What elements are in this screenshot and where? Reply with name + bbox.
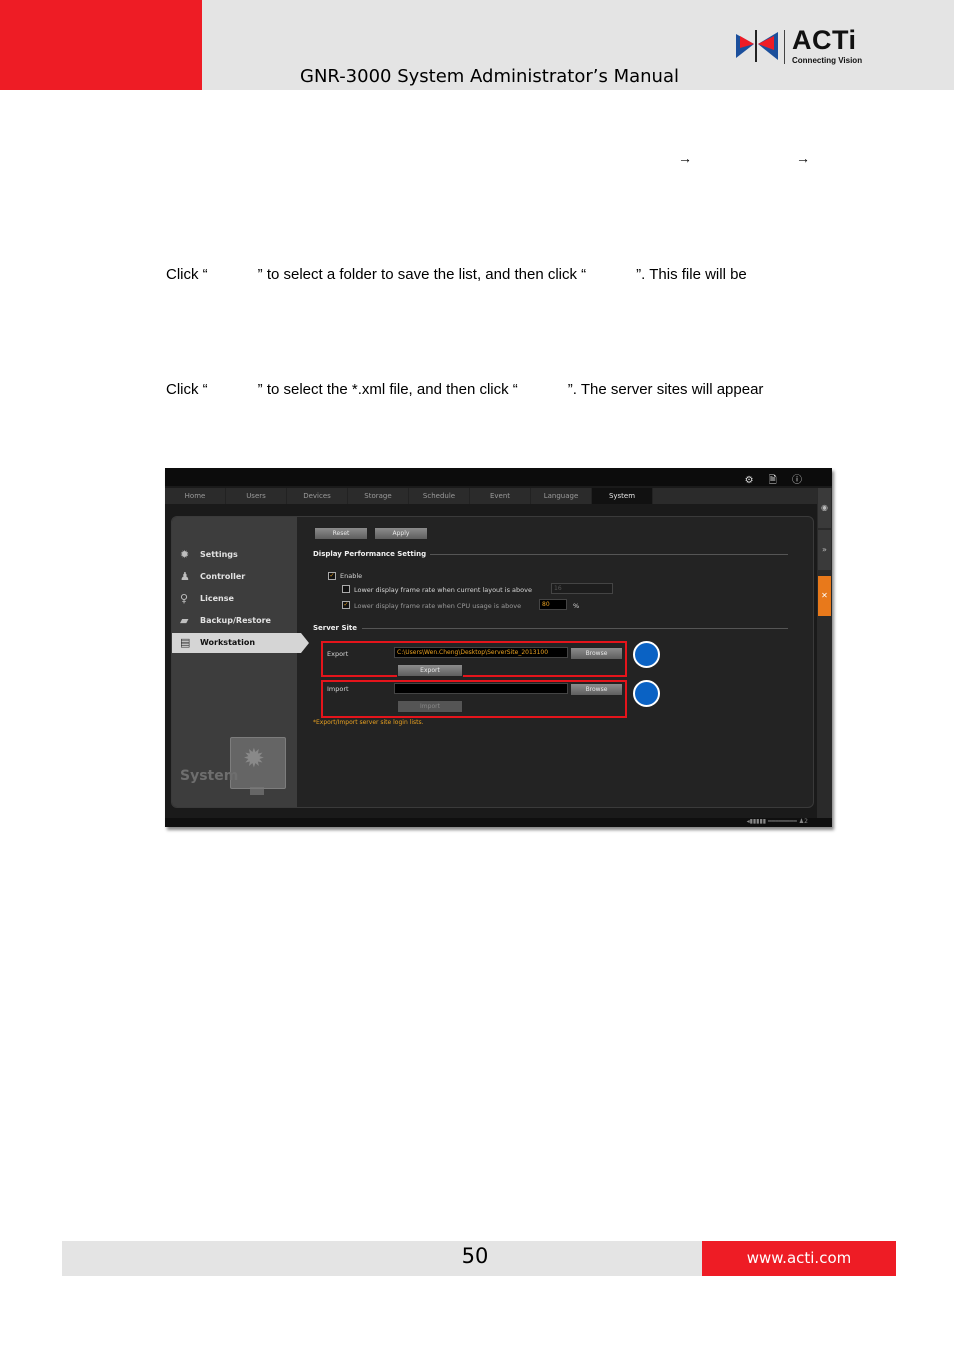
footer-url[interactable]: www.acti.com (702, 1249, 896, 1267)
title-bar: ⚙ 🗎 ⓘ (165, 468, 832, 486)
tab-users[interactable]: Users (226, 488, 287, 504)
sidebar-item-settings[interactable]: ✹ Settings (172, 545, 297, 565)
status-bar: ◂▮▮▮▮▮ ━━━━━━━━ ♟2 (165, 818, 832, 827)
enable-checkbox[interactable]: ✓ (328, 572, 336, 580)
export-browse-button[interactable]: Browse (570, 647, 623, 660)
sidebar-item-label: License (200, 594, 234, 603)
tab-storage[interactable]: Storage (348, 488, 409, 504)
server-site-note: *Export/Import server site login lists. (313, 719, 424, 726)
display-performance-heading: Display Performance Setting (313, 550, 427, 558)
breadcrumb-arrow-2: → (796, 150, 810, 166)
right-dock: ◉ » ✕ (817, 488, 832, 818)
key-icon: ♀ (180, 592, 189, 605)
layout-threshold-input[interactable]: 16 (551, 583, 613, 594)
manual-title: GNR-3000 System Administrator’s Manual (300, 66, 679, 87)
export-path-field[interactable]: C:\Users\Wen.Cheng\Desktop\ServerSite_20… (394, 647, 568, 658)
tab-devices[interactable]: Devices (287, 488, 348, 504)
import-button[interactable]: Import (397, 700, 463, 713)
sidebar-item-controller[interactable]: ♟ Controller (172, 567, 297, 587)
folder-icon: ▰ (180, 614, 189, 627)
butterfly-logo-icon (736, 30, 778, 62)
import-instruction: Click “ ” to select the *.xml file, and … (166, 381, 764, 398)
page-number: 50 (461, 1244, 489, 1268)
tab-event[interactable]: Event (470, 488, 531, 504)
enable-label: Enable (340, 572, 363, 580)
export-instruction: Click “ ” to select a folder to save the… (166, 266, 747, 283)
main-tabs: Home Users Devices Storage Schedule Even… (165, 488, 817, 504)
eye-icon[interactable]: ◉ (818, 488, 831, 528)
sidebar-item-backup-restore[interactable]: ▰ Backup/Restore (172, 611, 297, 631)
status-indicators: ◂▮▮▮▮▮ ━━━━━━━━ ♟2 (746, 818, 808, 825)
tab-language[interactable]: Language (531, 488, 592, 504)
reset-button[interactable]: Reset (314, 527, 368, 540)
sidebar-item-license[interactable]: ♀ License (172, 589, 297, 609)
import-browse-button[interactable]: Browse (570, 683, 623, 696)
sidebar-footer-label: System (180, 768, 239, 784)
active-pointer (301, 633, 309, 653)
sidebar-item-workstation[interactable]: ▤ Workstation (172, 633, 309, 653)
workstation-icon: ▤ (180, 636, 191, 649)
tab-system[interactable]: System (592, 488, 653, 504)
export-label: Export (327, 650, 349, 658)
callout-marker-2 (633, 680, 660, 707)
import-label: Import (327, 685, 349, 693)
cpu-usage-checkbox[interactable]: ✓ (342, 601, 350, 609)
apply-button[interactable]: Apply (374, 527, 428, 540)
import-path-field[interactable] (394, 683, 568, 694)
tab-schedule[interactable]: Schedule (409, 488, 470, 504)
header-red-block (0, 0, 202, 90)
section-divider (362, 628, 788, 629)
layout-frame-rate-checkbox[interactable] (342, 585, 350, 593)
system-sidebar: ✹ Settings ♟ Controller ♀ License ▰ Back… (172, 517, 309, 807)
monitor-stand (250, 787, 264, 795)
export-button[interactable]: Export (397, 664, 463, 677)
tab-home[interactable]: Home (165, 488, 226, 504)
section-divider (430, 554, 788, 555)
sidebar-item-label: Controller (200, 572, 246, 581)
sidebar-item-label: Settings (200, 550, 238, 559)
sidebar-item-label: Workstation (200, 638, 256, 647)
tools-icon[interactable]: ✕ (818, 576, 831, 616)
acti-logo: ACTi Connecting Vision (734, 25, 874, 68)
logo-separator (784, 30, 785, 64)
cpu-usage-label: Lower display frame rate when CPU usage … (354, 602, 522, 610)
logo-wordmark: ACTi (792, 25, 857, 55)
cpu-usage-input[interactable]: 80 (539, 599, 567, 610)
app-screenshot: ⚙ 🗎 ⓘ Home Users Devices Storage Schedul… (165, 468, 832, 827)
system-monitor-icon: ✹ (230, 737, 286, 789)
gear-icon: ✹ (180, 548, 190, 561)
breadcrumb-arrow-1: → (678, 150, 692, 166)
callout-marker-1 (633, 641, 660, 668)
server-site-heading: Server Site (313, 624, 357, 632)
joystick-icon: ♟ (180, 570, 190, 583)
cpu-usage-unit: % (573, 602, 580, 610)
sidebar-item-label: Backup/Restore (200, 616, 271, 625)
settings-panel: ✹ Settings ♟ Controller ♀ License ▰ Back… (171, 516, 814, 808)
logo-tagline: Connecting Vision (792, 56, 863, 65)
fast-forward-icon[interactable]: » (818, 530, 831, 570)
layout-frame-rate-label: Lower display frame rate when current la… (354, 586, 532, 594)
